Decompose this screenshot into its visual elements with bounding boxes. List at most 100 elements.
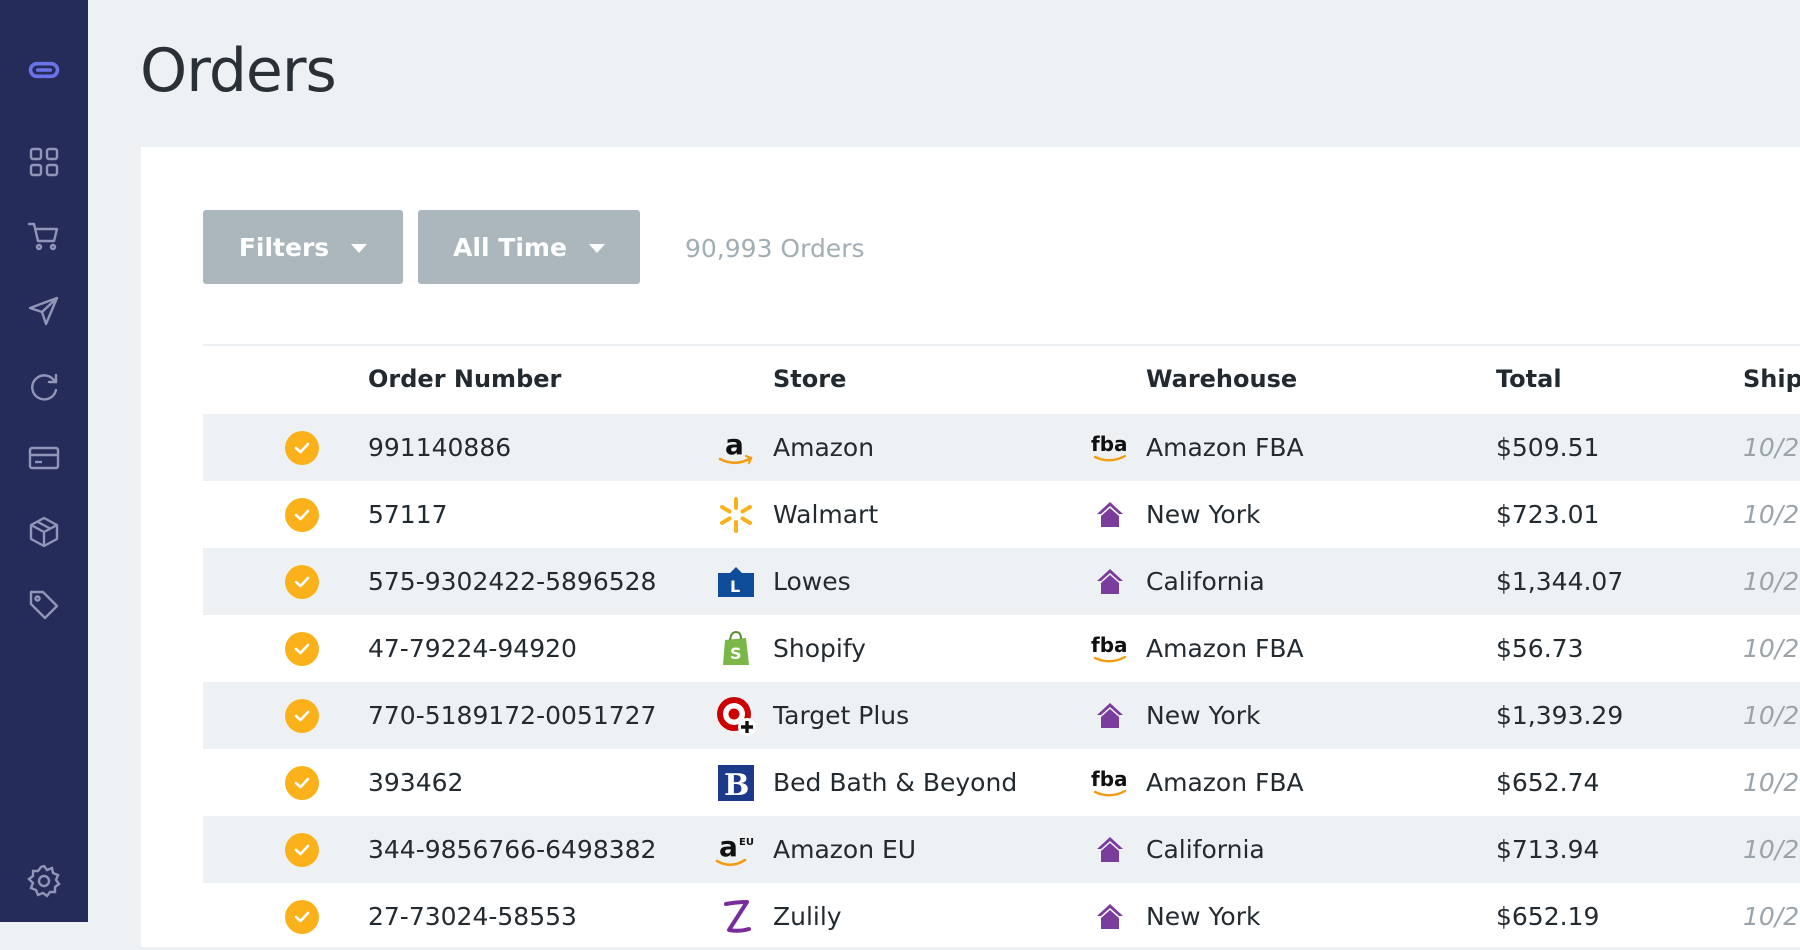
store-name: Zulily — [773, 902, 842, 931]
warehouse-house-icon — [1089, 695, 1131, 737]
order-total: $652.19 — [1496, 902, 1600, 931]
check-circle-icon — [285, 632, 319, 666]
filters-button[interactable]: Filters — [203, 210, 403, 284]
bed-bath-beyond-logo-icon: B — [715, 762, 757, 804]
table-row[interactable]: 393462 B Bed Bath & Beyond fba Amazon FB… — [203, 749, 1800, 816]
check-circle-icon — [285, 833, 319, 867]
order-number[interactable]: 57117 — [368, 500, 448, 529]
warehouse-name: New York — [1146, 701, 1261, 730]
check-circle-icon — [285, 565, 319, 599]
zulily-logo-icon — [715, 896, 757, 938]
warehouse-name: New York — [1146, 500, 1261, 529]
check-circle-icon — [285, 699, 319, 733]
table-row[interactable]: 57117 Walmart New York $723.01 10/2 — [203, 481, 1800, 548]
svg-text:B: B — [724, 768, 749, 803]
send-icon[interactable] — [24, 291, 64, 331]
table-row[interactable]: 770-5189172-0051727 Target Plus New York… — [203, 682, 1800, 749]
table-row[interactable]: 27-73024-58553 Zulily New York $652.19 1… — [203, 883, 1800, 950]
order-total: $56.73 — [1496, 634, 1584, 663]
svg-text:fba: fba — [1091, 767, 1128, 791]
order-number[interactable]: 575-9302422-5896528 — [368, 567, 656, 596]
shopify-logo-icon: S — [715, 628, 757, 670]
order-count: 90,993 Orders — [685, 234, 865, 263]
store-name: Lowes — [773, 567, 851, 596]
page-title: Orders — [140, 36, 337, 106]
sidebar — [0, 0, 88, 922]
store-name: Amazon — [773, 433, 875, 462]
svg-text:fba: fba — [1091, 432, 1128, 456]
order-number[interactable]: 393462 — [368, 768, 463, 797]
table-row[interactable]: 575-9302422-5896528 L Lowes California $… — [203, 548, 1800, 615]
time-range-button-label: All Time — [453, 232, 567, 262]
dashboard-grid-icon[interactable] — [24, 142, 64, 182]
column-header-ship[interactable]: Ship — [1743, 365, 1800, 393]
store-name: Target Plus — [773, 701, 910, 730]
warehouse-name: Amazon FBA — [1146, 768, 1304, 797]
orders-card: Filters All Time 90,993 Orders Order Num… — [141, 147, 1800, 947]
svg-text:a: a — [725, 428, 744, 461]
table-row[interactable]: 344-9856766-6498382 a EU Amazon EU Califo… — [203, 816, 1800, 883]
ship-date: 10/2 — [1743, 567, 1800, 596]
amazon-eu-logo-icon: a EU — [715, 829, 757, 871]
warehouse-house-icon — [1089, 561, 1131, 603]
chevron-down-icon — [351, 244, 368, 253]
order-number[interactable]: 770-5189172-0051727 — [368, 701, 656, 730]
cart-icon[interactable] — [24, 216, 64, 256]
credit-card-icon[interactable] — [24, 438, 64, 478]
fba-logo-icon: fba — [1089, 762, 1131, 804]
svg-text:S: S — [730, 644, 742, 663]
column-header-warehouse[interactable]: Warehouse — [1146, 365, 1297, 393]
svg-text:fba: fba — [1091, 633, 1128, 657]
ship-date: 10/2 — [1743, 902, 1800, 931]
check-circle-icon — [285, 431, 319, 465]
divider — [203, 344, 1800, 346]
ship-date: 10/2 — [1743, 500, 1800, 529]
ship-date: 10/2 — [1743, 768, 1800, 797]
fba-logo-icon: fba — [1089, 628, 1131, 670]
table-row[interactable]: 991140886 a Amazon fba Amazon FBA $509.5… — [203, 414, 1800, 481]
chevron-down-icon — [588, 244, 605, 253]
warehouse-house-icon — [1089, 494, 1131, 536]
svg-text:a: a — [719, 830, 738, 863]
tag-icon[interactable] — [24, 585, 64, 625]
order-total: $652.74 — [1496, 768, 1600, 797]
store-name: Bed Bath & Beyond — [773, 768, 1018, 797]
table-row[interactable]: 47-79224-94920 S Shopify fba Amazon FBA … — [203, 615, 1800, 682]
order-number[interactable]: 991140886 — [368, 433, 511, 462]
warehouse-house-icon — [1089, 829, 1131, 871]
amazon-logo-icon: a — [715, 427, 757, 469]
check-circle-icon — [285, 766, 319, 800]
check-circle-icon — [285, 498, 319, 532]
ship-date: 10/2 — [1743, 634, 1800, 663]
column-header-total[interactable]: Total — [1496, 365, 1562, 393]
order-total: $1,393.29 — [1496, 701, 1624, 730]
check-circle-icon — [285, 900, 319, 934]
store-name: Shopify — [773, 634, 866, 663]
order-total: $723.01 — [1496, 500, 1600, 529]
warehouse-name: Amazon FBA — [1146, 433, 1304, 462]
package-icon[interactable] — [24, 512, 64, 552]
store-name: Amazon EU — [773, 835, 917, 864]
ship-date: 10/2 — [1743, 433, 1800, 462]
warehouse-name: New York — [1146, 902, 1261, 931]
order-total: $713.94 — [1496, 835, 1600, 864]
svg-text:L: L — [730, 577, 740, 596]
refresh-icon[interactable] — [24, 366, 64, 406]
order-total: $1,344.07 — [1496, 567, 1624, 596]
ship-date: 10/2 — [1743, 835, 1800, 864]
warehouse-name: Amazon FBA — [1146, 634, 1304, 663]
link-logo-icon[interactable] — [24, 50, 64, 90]
column-header-order-number[interactable]: Order Number — [368, 365, 561, 393]
order-number[interactable]: 344-9856766-6498382 — [368, 835, 656, 864]
column-header-store[interactable]: Store — [773, 365, 846, 393]
svg-text:EU: EU — [739, 837, 754, 848]
order-number[interactable]: 27-73024-58553 — [368, 902, 577, 931]
time-range-button[interactable]: All Time — [418, 210, 640, 284]
target-plus-logo-icon — [715, 695, 757, 737]
warehouse-name: California — [1146, 567, 1265, 596]
warehouse-name: California — [1146, 835, 1265, 864]
fba-logo-icon: fba — [1089, 427, 1131, 469]
order-number[interactable]: 47-79224-94920 — [368, 634, 577, 663]
settings-gear-icon[interactable] — [24, 861, 64, 901]
walmart-logo-icon — [715, 494, 757, 536]
